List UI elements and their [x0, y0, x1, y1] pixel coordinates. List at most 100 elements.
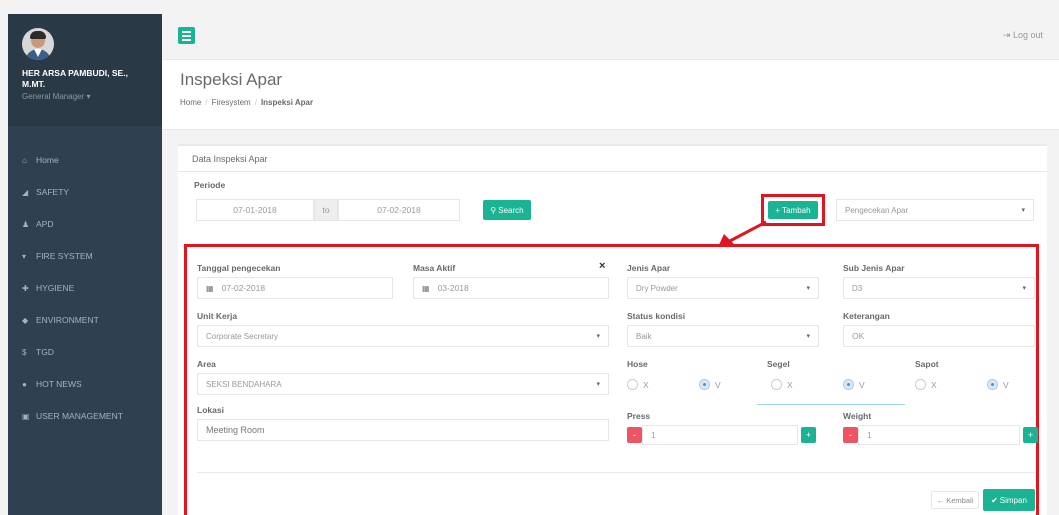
radio-label: X: [643, 379, 649, 390]
date-from-input[interactable]: 07-01-2018: [196, 199, 314, 221]
sidebar-item-hot-news[interactable]: ● HOT NEWS: [8, 368, 162, 400]
radio-label: V: [715, 379, 721, 390]
radio-circle: [915, 379, 926, 390]
lokasi-label: Lokasi: [197, 405, 224, 415]
simpan-button[interactable]: ✔ Simpan: [983, 489, 1035, 511]
weight-input[interactable]: 1: [858, 425, 1020, 445]
panel-title: Data Inspeksi Apar: [178, 146, 1047, 172]
logout-link[interactable]: ⇥ Log out: [1003, 30, 1043, 41]
status-kondisi-label: Status kondisi: [627, 311, 686, 321]
fire-extinguisher-icon: ▾: [22, 251, 27, 261]
tanggal-value: 07-02-2018: [221, 283, 266, 293]
search-icon: ⚲: [490, 205, 497, 215]
calendar-icon: ▦: [206, 283, 214, 293]
menu-toggle-line: [182, 31, 191, 33]
jenis-apar-value: Dry Powder: [636, 283, 678, 293]
masa-aktif-input[interactable]: ▦ 03-2018: [413, 277, 609, 299]
chevron-down-icon: ▾: [806, 333, 810, 340]
segel-radio-v[interactable]: V: [843, 379, 865, 390]
sidebar-item-safety[interactable]: ◢ SAFETY: [8, 176, 162, 208]
sub-jenis-value: D3: [852, 283, 863, 293]
press-input[interactable]: 1: [642, 425, 798, 445]
chevron-down-icon: ▾: [1022, 285, 1026, 292]
avatar[interactable]: [22, 28, 54, 60]
page-heading: Inspeksi Apar Home / Firesystem / Inspeksi A…: [162, 60, 1059, 130]
thumbs-up-icon: ◢: [22, 187, 29, 197]
sidebar-item-user-management[interactable]: ▣ USER MANAGEMENT: [8, 400, 162, 432]
chevron-down-icon: ▾: [1021, 207, 1025, 214]
chevron-down-icon: ▾: [596, 333, 600, 340]
sidebar-item-apd[interactable]: ♟ APD: [8, 208, 162, 240]
breadcrumb-firesystem[interactable]: Firesystem: [212, 98, 251, 107]
weight-decrement-button[interactable]: -: [843, 427, 858, 443]
unit-kerja-label: Unit Kerja: [197, 311, 238, 321]
sidebar-item-label: SAFETY: [36, 187, 70, 197]
sidebar-item-label: USER MANAGEMENT: [36, 411, 123, 421]
jenis-apar-select[interactable]: Dry Powder ▾: [627, 277, 819, 299]
hose-radio-x[interactable]: X: [627, 379, 649, 390]
sidebar-item-environment[interactable]: ◆ ENVIRONMENT: [8, 304, 162, 336]
shield-icon: ◆: [22, 315, 29, 325]
sidebar-item-label: ENVIRONMENT: [36, 315, 99, 325]
hose-label: Hose: [627, 359, 648, 369]
tanggal-input[interactable]: ▦ 07-02-2018: [197, 277, 393, 299]
sidebar-menu: ⌂ Home ◢ SAFETY ♟ APD ▾ FIRE SYSTEM ✚ HYGIENE…: [8, 126, 162, 432]
status-kondisi-value: Baik: [636, 331, 652, 341]
area-select[interactable]: SEKSI BENDAHARA ▾: [197, 373, 609, 395]
segel-radio-x[interactable]: X: [771, 379, 793, 390]
page-title: Inspeksi Apar: [180, 70, 283, 89]
sidebar-item-label: TGD: [36, 347, 54, 357]
close-icon[interactable]: ×: [599, 260, 605, 272]
check-icon: ✔: [991, 495, 998, 505]
masa-aktif-label: Masa Aktif: [413, 263, 456, 273]
sidebar-item-home[interactable]: ⌂ Home: [8, 144, 162, 176]
tambah-button[interactable]: + Tambah: [768, 201, 818, 219]
unit-kerja-select[interactable]: Corporate Secretary ▾: [197, 325, 609, 347]
home-icon: ⌂: [22, 155, 27, 165]
search-button[interactable]: ⚲ Search: [483, 200, 531, 220]
menu-toggle-line: [182, 35, 191, 37]
menu-toggle-icon[interactable]: [178, 27, 195, 44]
radio-circle: [627, 379, 638, 390]
chevron-down-icon: ▾: [806, 285, 810, 292]
to-label: to: [314, 199, 338, 221]
press-decrement-button[interactable]: -: [627, 427, 642, 443]
radio-label: X: [787, 379, 793, 390]
inspection-type-select[interactable]: Pengecekan Apar ▾: [836, 199, 1034, 221]
press-increment-button[interactable]: +: [801, 427, 816, 443]
sapot-radio-v[interactable]: V: [987, 379, 1009, 390]
profile-name: HER ARSA PAMBUDI, SE., M.MT.: [22, 68, 128, 89]
sidebar-item-fire-system[interactable]: ▾ FIRE SYSTEM: [8, 240, 162, 272]
segel-label: Segel: [767, 359, 790, 369]
menu-toggle-line: [182, 39, 191, 41]
sidebar-item-tgd[interactable]: $ TGD: [8, 336, 162, 368]
kembali-button[interactable]: ← Kembali: [931, 491, 979, 509]
sub-jenis-select[interactable]: D3 ▾: [843, 277, 1035, 299]
search-button-label: Search: [498, 205, 524, 215]
jenis-apar-label: Jenis Apar: [627, 263, 671, 273]
lock-icon: ▣: [22, 411, 30, 421]
breadcrumb: Home / Firesystem / Inspeksi Apar: [180, 98, 1059, 107]
profile-role-dropdown[interactable]: General Manager ▾: [22, 92, 152, 101]
sapot-label: Sapot: [915, 359, 939, 369]
status-kondisi-select[interactable]: Baik ▾: [627, 325, 819, 347]
keterangan-input[interactable]: OK: [843, 325, 1035, 347]
lokasi-input[interactable]: Meeting Room: [197, 419, 609, 441]
hose-radio-v[interactable]: V: [699, 379, 721, 390]
globe-icon: ●: [22, 379, 27, 389]
money-icon: $: [22, 347, 27, 357]
breadcrumb-separator: /: [254, 98, 257, 107]
breadcrumb-home[interactable]: Home: [180, 98, 201, 107]
sidebar-item-label: Home: [36, 155, 59, 165]
area-value: SEKSI BENDAHARA: [206, 379, 282, 389]
masa-aktif-value: 03-2018: [437, 283, 469, 293]
inspeksi-panel: Data Inspeksi Apar Periode 07-01-2018 to…: [178, 144, 1047, 515]
radio-circle: [699, 379, 710, 390]
sapot-radio-x[interactable]: X: [915, 379, 937, 390]
sub-jenis-label: Sub Jenis Apar: [843, 263, 905, 273]
sidebar-item-hygiene[interactable]: ✚ HYGIENE: [8, 272, 162, 304]
date-to-input[interactable]: 07-02-2018: [338, 199, 460, 221]
weight-increment-button[interactable]: +: [1023, 427, 1038, 443]
plus-icon: +: [775, 205, 781, 215]
form-footer-divider: [197, 472, 1035, 473]
